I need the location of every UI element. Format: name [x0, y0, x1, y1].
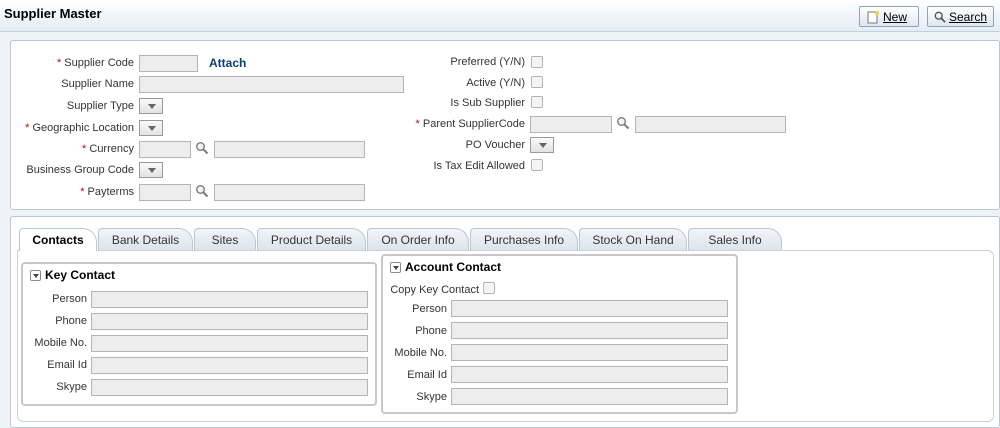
key-skype-label: Skype: [56, 381, 87, 393]
parent-supplier-code-label: * Parent SupplierCode: [415, 118, 525, 130]
payterms-lookup-icon[interactable]: [195, 184, 209, 198]
supplier-name-label: Supplier Name: [61, 78, 134, 90]
payterms-code-input[interactable]: [139, 184, 191, 201]
business-group-code-label: Business Group Code: [26, 164, 134, 176]
parent-supplier-code-input[interactable]: [530, 116, 612, 133]
po-voucher-select[interactable]: [530, 137, 554, 153]
currency-code-input[interactable]: [139, 141, 191, 158]
is-sub-supplier-checkbox[interactable]: [531, 96, 543, 108]
supplier-name-input[interactable]: [139, 76, 404, 93]
key-phone-input[interactable]: [91, 313, 368, 330]
payterms-label: * Payterms: [80, 186, 134, 198]
po-voucher-label: PO Voucher: [465, 139, 525, 151]
new-button-label: New: [883, 9, 908, 24]
key-person-label: Person: [52, 293, 87, 305]
attach-link[interactable]: Attach: [209, 56, 246, 70]
preferred-checkbox[interactable]: [531, 56, 543, 68]
chevron-down-icon[interactable]: [30, 270, 41, 281]
account-skype-label: Skype: [416, 391, 447, 403]
new-button[interactable]: New: [859, 6, 919, 27]
account-phone-label: Phone: [415, 325, 447, 337]
tab-product-details[interactable]: Product Details: [257, 228, 366, 250]
tab-sales-info[interactable]: Sales Info: [688, 228, 782, 250]
account-mobile-label: Mobile No.: [394, 347, 447, 359]
currency-label: * Currency: [82, 143, 134, 155]
page-title: Supplier Master: [4, 6, 102, 21]
account-mobile-input[interactable]: [451, 344, 728, 361]
account-email-input[interactable]: [451, 366, 728, 383]
geographic-location-label: * Geographic Location: [25, 122, 134, 134]
chevron-down-icon[interactable]: [390, 262, 401, 273]
active-checkbox[interactable]: [531, 76, 543, 88]
search-button-label: Search: [948, 9, 987, 24]
parent-supplier-name-input[interactable]: [635, 116, 786, 133]
geographic-location-select[interactable]: [139, 120, 163, 136]
copy-key-contact-checkbox[interactable]: [483, 282, 495, 294]
key-mobile-input[interactable]: [91, 335, 368, 352]
supplier-code-label: * Supplier Code: [56, 57, 134, 69]
parent-supplier-lookup-icon[interactable]: [616, 116, 630, 130]
key-phone-label: Phone: [55, 315, 87, 327]
tab-stock-on-hand[interactable]: Stock On Hand: [579, 228, 687, 250]
tab-purchases-info[interactable]: Purchases Info: [470, 228, 578, 250]
is-tax-edit-allowed-label: Is Tax Edit Allowed: [433, 160, 525, 172]
account-person-label: Person: [412, 303, 447, 315]
key-email-label: Email Id: [47, 359, 87, 371]
currency-name-input[interactable]: [214, 141, 365, 158]
account-contact-title: Account Contact: [405, 260, 501, 274]
preferred-label: Preferred (Y/N): [450, 56, 525, 68]
header-bar: [0, 0, 1000, 32]
account-skype-input[interactable]: [451, 388, 728, 405]
search-button[interactable]: Search: [927, 6, 994, 27]
key-email-input[interactable]: [91, 357, 368, 374]
tab-bank-details[interactable]: Bank Details: [98, 228, 193, 250]
account-person-input[interactable]: [451, 300, 728, 317]
key-contact-title: Key Contact: [45, 268, 116, 282]
tab-on-order-info[interactable]: On Order Info: [367, 228, 469, 250]
account-email-label: Email Id: [407, 369, 447, 381]
copy-key-contact-label: Copy Key Contact: [390, 284, 479, 296]
supplier-code-input[interactable]: [139, 55, 198, 72]
tab-contacts[interactable]: Contacts: [19, 228, 97, 251]
key-mobile-label: Mobile No.: [34, 337, 87, 349]
is-sub-supplier-label: Is Sub Supplier: [450, 97, 525, 109]
active-label: Active (Y/N): [466, 77, 525, 89]
key-person-input[interactable]: [91, 291, 368, 308]
magnifier-icon: [934, 11, 946, 23]
business-group-code-select[interactable]: [139, 162, 163, 178]
is-tax-edit-allowed-checkbox[interactable]: [531, 159, 543, 171]
account-phone-input[interactable]: [451, 322, 728, 339]
supplier-type-select[interactable]: [139, 98, 163, 114]
new-document-icon: [867, 10, 879, 23]
currency-lookup-icon[interactable]: [195, 141, 209, 155]
supplier-type-label: Supplier Type: [66, 100, 134, 112]
tab-sites[interactable]: Sites: [194, 228, 256, 250]
payterms-name-input[interactable]: [214, 184, 365, 201]
key-skype-input[interactable]: [91, 379, 368, 396]
